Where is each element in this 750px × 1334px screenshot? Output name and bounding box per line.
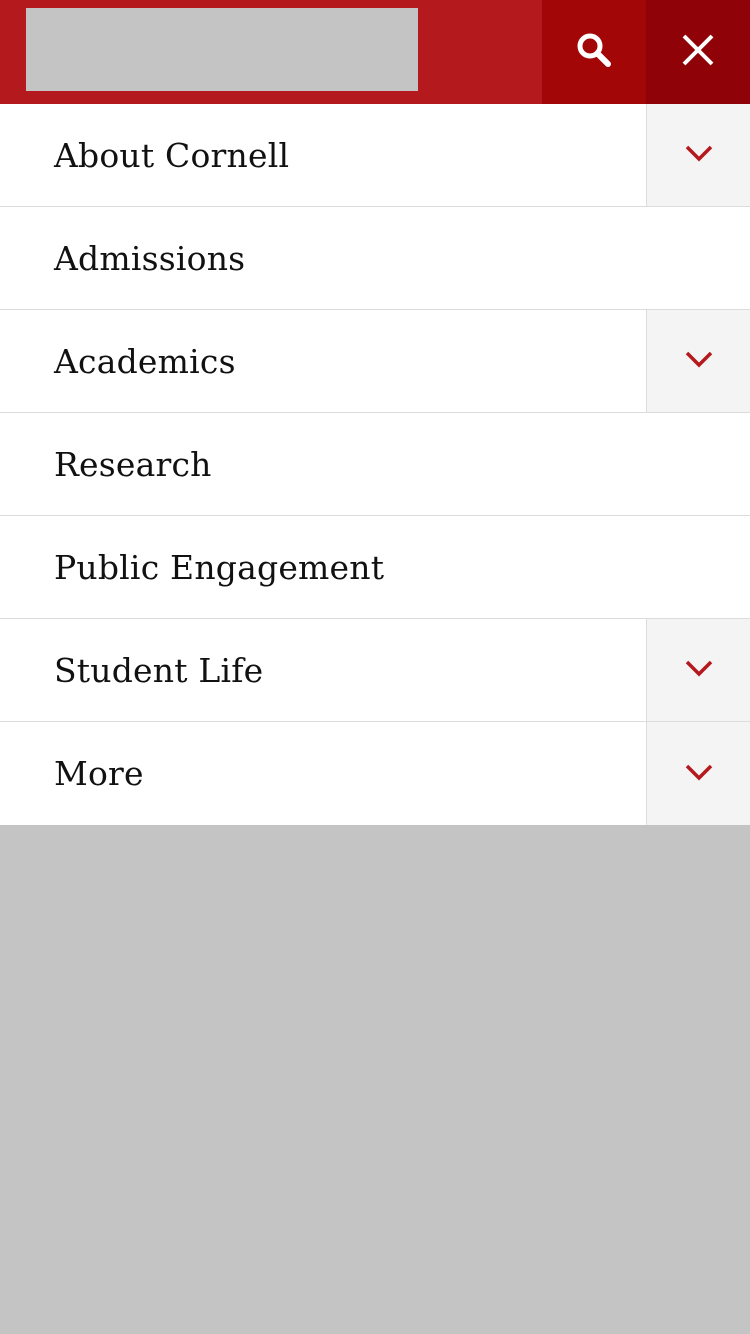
menu-item-academics: Academics [0,310,750,413]
search-icon [574,30,614,74]
menu-link-academics[interactable]: Academics [0,310,646,412]
menu-item-research: Research [0,413,750,516]
expand-more-button[interactable] [646,722,750,825]
main-nav-menu: About Cornell Admissions Academics Resea… [0,104,750,825]
logo-placeholder[interactable] [26,8,418,91]
menu-link-student-life[interactable]: Student Life [0,619,646,721]
chevron-down-icon [684,658,714,682]
close-menu-button[interactable] [646,0,750,104]
menu-link-research[interactable]: Research [0,413,750,515]
menu-link-more[interactable]: More [0,722,646,825]
menu-item-more: More [0,722,750,825]
menu-link-admissions[interactable]: Admissions [0,207,750,309]
chevron-down-icon [684,762,714,786]
expand-student-life-button[interactable] [646,619,750,721]
menu-item-admissions: Admissions [0,207,750,310]
site-header [0,0,750,104]
chevron-down-icon [684,143,714,167]
menu-item-about-cornell: About Cornell [0,104,750,207]
close-icon [681,33,715,71]
chevron-down-icon [684,349,714,373]
expand-about-cornell-button[interactable] [646,104,750,206]
search-button[interactable] [542,0,646,104]
expand-academics-button[interactable] [646,310,750,412]
menu-link-about-cornell[interactable]: About Cornell [0,104,646,206]
menu-item-student-life: Student Life [0,619,750,722]
menu-link-public-engagement[interactable]: Public Engagement [0,516,750,618]
menu-item-public-engagement: Public Engagement [0,516,750,619]
